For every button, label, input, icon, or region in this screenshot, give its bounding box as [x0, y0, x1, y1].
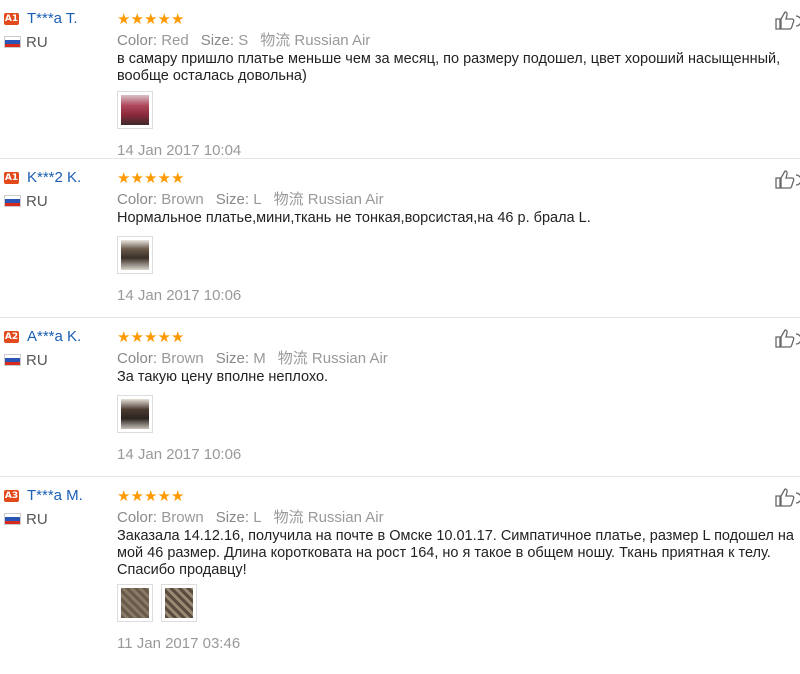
review-photos [117, 395, 153, 433]
review-date: 14 Jan 2017 10:04 [117, 142, 242, 159]
thumbs-up-icon [775, 488, 800, 507]
buyer-level-badge: A2 [4, 331, 19, 343]
star-icon: ★ [144, 169, 158, 187]
review-photo-thumbnail[interactable] [117, 584, 153, 622]
buyer-level-badge: A1 [4, 172, 19, 184]
review-photo-thumbnail[interactable] [161, 584, 197, 622]
thumbs-up-icon [775, 11, 800, 30]
rating-stars: ★ ★ ★ ★ ★ [117, 489, 185, 504]
star-icon: ★ [117, 487, 131, 505]
star-icon: ★ [130, 487, 144, 505]
thumbs-up-icon [775, 170, 800, 189]
shipping-method: 物流 Russian Air [273, 509, 384, 526]
order-info: Color: Red Size: S 物流 Russian Air [117, 29, 370, 50]
review-text: в самару пришло платье меньше чем за мес… [117, 51, 785, 84]
russia-flag-icon [4, 354, 21, 366]
review-photos [117, 584, 197, 622]
like-button[interactable] [774, 487, 800, 507]
review-item: A2 A***a K. RU ★ ★ ★ ★ ★ Color: Brown Size: M… [0, 318, 800, 477]
star-icon: ★ [117, 328, 131, 346]
size-label: Size: [200, 32, 235, 49]
review-date: 14 Jan 2017 10:06 [117, 446, 242, 463]
like-button[interactable] [774, 10, 800, 30]
reviewer-name[interactable]: T***a M. [27, 487, 83, 504]
color-label: Color: [117, 509, 158, 526]
size-value: L [253, 509, 262, 526]
reviewer-country: RU [26, 34, 48, 51]
review-item: A1 K***2 K. RU ★ ★ ★ ★ ★ Color: Brown Size: L… [0, 159, 800, 318]
star-icon: ★ [157, 487, 171, 505]
russia-flag-icon [4, 513, 21, 525]
star-icon: ★ [117, 169, 131, 187]
rating-stars: ★ ★ ★ ★ ★ [117, 12, 185, 27]
review-item: A3 T***a M. RU ★ ★ ★ ★ ★ Color: Brown Size: L… [0, 477, 800, 674]
buyer-level-badge: A1 [4, 13, 19, 25]
reviewer-name[interactable]: T***a T. [27, 10, 78, 27]
shipping-method: 物流 Russian Air [260, 32, 371, 49]
review-photo-thumbnail[interactable] [117, 395, 153, 433]
size-value: S [238, 32, 249, 49]
buyer-level-badge: A3 [4, 490, 19, 502]
thumbs-up-icon [775, 329, 800, 348]
color-label: Color: [117, 191, 158, 208]
size-value: M [253, 350, 266, 367]
rating-stars: ★ ★ ★ ★ ★ [117, 330, 185, 345]
star-icon: ★ [157, 169, 171, 187]
size-label: Size: [215, 509, 250, 526]
review-text: За такую цену вполне неплохо. [117, 369, 329, 385]
review-date: 11 Jan 2017 03:46 [117, 635, 241, 652]
star-icon: ★ [130, 169, 144, 187]
russia-flag-icon [4, 36, 21, 48]
color-label: Color: [117, 350, 158, 367]
review-photos [117, 91, 153, 129]
star-icon: ★ [144, 10, 158, 28]
review-date: 14 Jan 2017 10:06 [117, 287, 242, 304]
review-photo-thumbnail[interactable] [117, 91, 153, 129]
star-icon: ★ [171, 328, 185, 346]
color-label: Color: [117, 32, 158, 49]
color-value: Brown [161, 509, 204, 526]
review-item: A1 T***a T. RU ★ ★ ★ ★ ★ Color: Red Size: S 物流… [0, 0, 800, 159]
shipping-method: 物流 Russian Air [277, 350, 388, 367]
size-label: Size: [215, 191, 250, 208]
reviewer-name[interactable]: A***a K. [27, 328, 81, 345]
size-value: L [253, 191, 262, 208]
color-value: Brown [161, 350, 204, 367]
rating-stars: ★ ★ ★ ★ ★ [117, 171, 185, 186]
reviewer-country: RU [26, 511, 48, 528]
color-value: Red [161, 32, 189, 49]
order-info: Color: Brown Size: L 物流 Russian Air [117, 506, 384, 527]
like-button[interactable] [774, 328, 800, 348]
star-icon: ★ [144, 487, 158, 505]
star-icon: ★ [157, 10, 171, 28]
star-icon: ★ [130, 328, 144, 346]
shipping-method: 物流 Russian Air [273, 191, 384, 208]
review-text: Нормальное платье,мини,ткань не тонкая,в… [117, 210, 591, 226]
reviewer-name[interactable]: K***2 K. [27, 169, 81, 186]
size-label: Size: [215, 350, 250, 367]
review-text: Заказала 14.12.16, получила на почте в О… [117, 528, 799, 578]
like-button[interactable] [774, 169, 800, 189]
reviewer-country: RU [26, 352, 48, 369]
review-photo-thumbnail[interactable] [117, 236, 153, 274]
reviewer-country: RU [26, 193, 48, 210]
star-icon: ★ [130, 10, 144, 28]
russia-flag-icon [4, 195, 21, 207]
star-icon: ★ [171, 10, 185, 28]
order-info: Color: Brown Size: M 物流 Russian Air [117, 347, 388, 368]
order-info: Color: Brown Size: L 物流 Russian Air [117, 188, 384, 209]
star-icon: ★ [171, 487, 185, 505]
star-icon: ★ [144, 328, 158, 346]
star-icon: ★ [117, 10, 131, 28]
review-photos [117, 236, 153, 274]
review-list: A1 T***a T. RU ★ ★ ★ ★ ★ Color: Red Size: S 物流… [0, 0, 800, 674]
star-icon: ★ [157, 328, 171, 346]
color-value: Brown [161, 191, 204, 208]
star-icon: ★ [171, 169, 185, 187]
